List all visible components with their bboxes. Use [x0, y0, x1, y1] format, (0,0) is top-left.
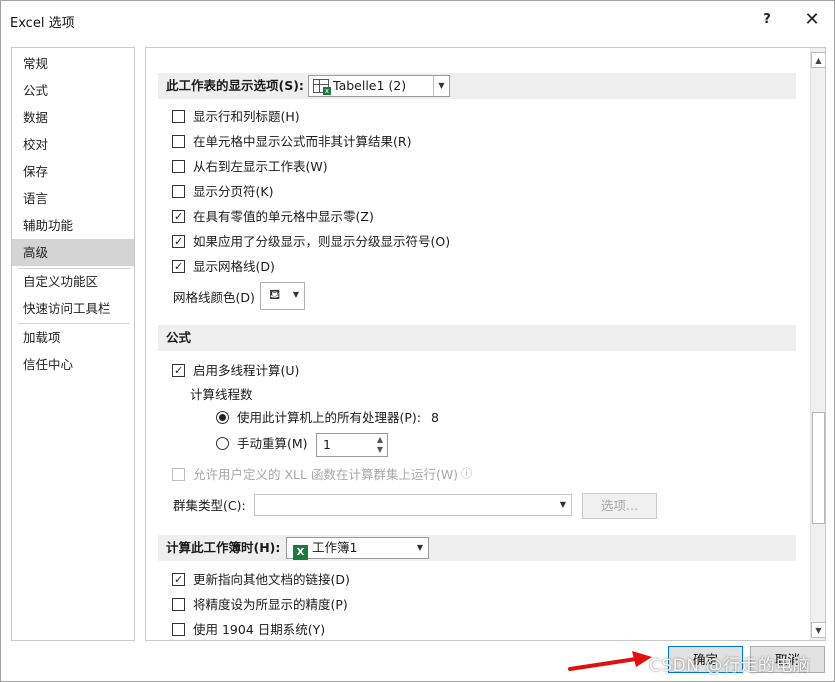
- checkbox[interactable]: [172, 110, 185, 123]
- nav-item-quick-access-toolbar[interactable]: 快速访问工具栏: [12, 295, 134, 322]
- paint-bucket-icon: ⛾: [269, 287, 281, 303]
- nav-item-general[interactable]: 常规: [12, 50, 134, 77]
- scroll-up-icon[interactable]: ▲: [811, 52, 825, 68]
- advanced-options-panel: 此工作表的显示选项(S): Tabelle1 (2) ▼ 显示行和列标题(H) …: [145, 47, 826, 641]
- thread-count-value: 1: [323, 437, 331, 452]
- option-label: 更新指向其他文档的链接(D): [193, 572, 350, 587]
- option-multithreaded-calc[interactable]: 启用多线程计算(U): [172, 361, 299, 381]
- option-precision-as-displayed[interactable]: 将精度设为所显示的精度(P): [172, 595, 348, 615]
- watermark: CSDN @行走的电脑: [649, 656, 811, 676]
- radio-manual-threads[interactable]: 手动重算(M): [216, 434, 308, 454]
- worksheet-select[interactable]: Tabelle1 (2) ▼: [308, 75, 450, 97]
- option-label: 将精度设为所显示的精度(P): [193, 597, 348, 612]
- option-label: 使用 1904 日期系统(Y): [193, 622, 326, 637]
- checkbox[interactable]: [172, 573, 185, 586]
- thread-count-stepper[interactable]: 1 ▲ ▼: [316, 433, 388, 457]
- nav-item-advanced[interactable]: 高级: [12, 239, 134, 266]
- worksheet-icon: [313, 79, 331, 95]
- dropdown-arrow-icon: ▼: [416, 543, 424, 552]
- info-icon: ⓘ: [461, 467, 473, 480]
- title-bar: Excel 选项 ? ✕: [1, 1, 834, 39]
- checkbox[interactable]: [172, 598, 185, 611]
- vertical-scrollbar[interactable]: ▲ ▼: [810, 48, 825, 640]
- red-arrow-annotation-icon: [568, 651, 652, 671]
- excel-workbook-icon: X: [293, 545, 308, 560]
- option-label: 允许用户定义的 XLL 函数在计算群集上运行(W): [193, 467, 459, 482]
- option-right-to-left[interactable]: 从右到左显示工作表(W): [172, 157, 328, 177]
- nav-item-accessibility[interactable]: 辅助功能: [12, 212, 134, 239]
- nav-item-data[interactable]: 数据: [12, 104, 134, 131]
- option-label: 显示行和列标题(H): [193, 109, 300, 124]
- nav-item-language[interactable]: 语言: [12, 185, 134, 212]
- worksheet-select-value: Tabelle1 (2): [333, 78, 407, 93]
- chevron-down-icon[interactable]: ▼: [375, 445, 385, 455]
- option-label: 启用多线程计算(U): [193, 363, 300, 378]
- section-formulas: 公式: [158, 325, 796, 351]
- cluster-type-label: 群集类型(C):: [173, 498, 246, 513]
- option-show-zero[interactable]: 在具有零值的单元格中显示零(Z): [172, 207, 374, 227]
- section-worksheet-display: 此工作表的显示选项(S):: [158, 73, 796, 99]
- section-title: 公式: [166, 330, 192, 345]
- help-button[interactable]: ?: [753, 9, 781, 31]
- option-show-row-col-headers[interactable]: 显示行和列标题(H): [172, 107, 300, 127]
- scrollbar-thumb[interactable]: [812, 412, 825, 524]
- dropdown-arrow-icon: ▼: [559, 500, 567, 509]
- option-label: 显示分页符(K): [193, 184, 274, 199]
- dialog-title: Excel 选项: [10, 16, 75, 31]
- option-label: 在具有零值的单元格中显示零(Z): [193, 209, 374, 224]
- section-workbook-calc: 计算此工作簿时(H):: [158, 535, 796, 561]
- option-show-outline-symbols[interactable]: 如果应用了分级显示，则显示分级显示符号(O): [172, 232, 450, 252]
- radio-use-all-processors[interactable]: 使用此计算机上的所有处理器(P): 8: [216, 408, 439, 428]
- checkbox[interactable]: [172, 185, 185, 198]
- nav-item-save[interactable]: 保存: [12, 158, 134, 185]
- option-1904-date-system[interactable]: 使用 1904 日期系统(Y): [172, 620, 325, 640]
- option-label: 手动重算(M): [237, 436, 308, 451]
- close-button[interactable]: ✕: [798, 9, 826, 31]
- dropdown-arrow-icon: ▼: [292, 290, 299, 299]
- processor-count: 8: [431, 410, 439, 425]
- option-show-formulas[interactable]: 在单元格中显示公式而非其计算结果(R): [172, 132, 411, 152]
- workbook-select[interactable]: X 工作簿1 ▼: [286, 537, 429, 560]
- checkbox[interactable]: [172, 623, 185, 636]
- option-update-links[interactable]: 更新指向其他文档的链接(D): [172, 570, 350, 590]
- excel-options-dialog: Excel 选项 ? ✕ 常规 公式 数据 校对 保存 语言 辅助功能 高级 自…: [0, 0, 835, 682]
- option-label: 从右到左显示工作表(W): [193, 159, 328, 174]
- option-show-gridlines[interactable]: 显示网格线(D): [172, 257, 275, 277]
- radio-button[interactable]: [216, 411, 229, 424]
- checkbox[interactable]: [172, 235, 185, 248]
- checkbox[interactable]: [172, 468, 185, 481]
- chevron-up-icon[interactable]: ▲: [375, 435, 385, 445]
- option-label: 显示网格线(D): [193, 259, 275, 274]
- option-label: 如果应用了分级显示，则显示分级显示符号(O): [193, 234, 451, 249]
- option-label: 在单元格中显示公式而非其计算结果(R): [193, 134, 412, 149]
- threads-label: 计算线程数: [190, 387, 253, 402]
- cluster-options-button[interactable]: 选项...: [582, 493, 657, 519]
- checkbox[interactable]: [172, 210, 185, 223]
- option-allow-xll-cluster[interactable]: 允许用户定义的 XLL 函数在计算群集上运行(W) ⓘ: [172, 464, 472, 484]
- section-title: 计算此工作簿时(H):: [166, 540, 281, 555]
- cluster-type-select[interactable]: ▼: [254, 494, 572, 516]
- option-label: 使用此计算机上的所有处理器(P):: [237, 410, 422, 425]
- nav-item-add-ins[interactable]: 加载项: [12, 324, 134, 351]
- dropdown-arrow-icon: ▼: [433, 76, 449, 96]
- workbook-select-value: 工作簿1: [312, 540, 358, 555]
- gridline-color-button[interactable]: ⛾ ▼: [260, 282, 305, 310]
- section-title: 此工作表的显示选项(S):: [166, 78, 304, 93]
- options-nav-sidebar: 常规 公式 数据 校对 保存 语言 辅助功能 高级 自定义功能区 快速访问工具栏…: [11, 47, 135, 641]
- checkbox[interactable]: [172, 160, 185, 173]
- nav-item-proofing[interactable]: 校对: [12, 131, 134, 158]
- nav-item-trust-center[interactable]: 信任中心: [12, 351, 134, 378]
- checkbox[interactable]: [172, 260, 185, 273]
- nav-item-formulas[interactable]: 公式: [12, 77, 134, 104]
- option-show-page-breaks[interactable]: 显示分页符(K): [172, 182, 273, 202]
- nav-item-customize-ribbon[interactable]: 自定义功能区: [12, 268, 134, 295]
- checkbox[interactable]: [172, 135, 185, 148]
- gridline-color-label: 网格线颜色(D): [173, 290, 255, 305]
- checkbox[interactable]: [172, 364, 185, 377]
- radio-button[interactable]: [216, 437, 229, 450]
- scroll-down-icon[interactable]: ▼: [811, 622, 825, 638]
